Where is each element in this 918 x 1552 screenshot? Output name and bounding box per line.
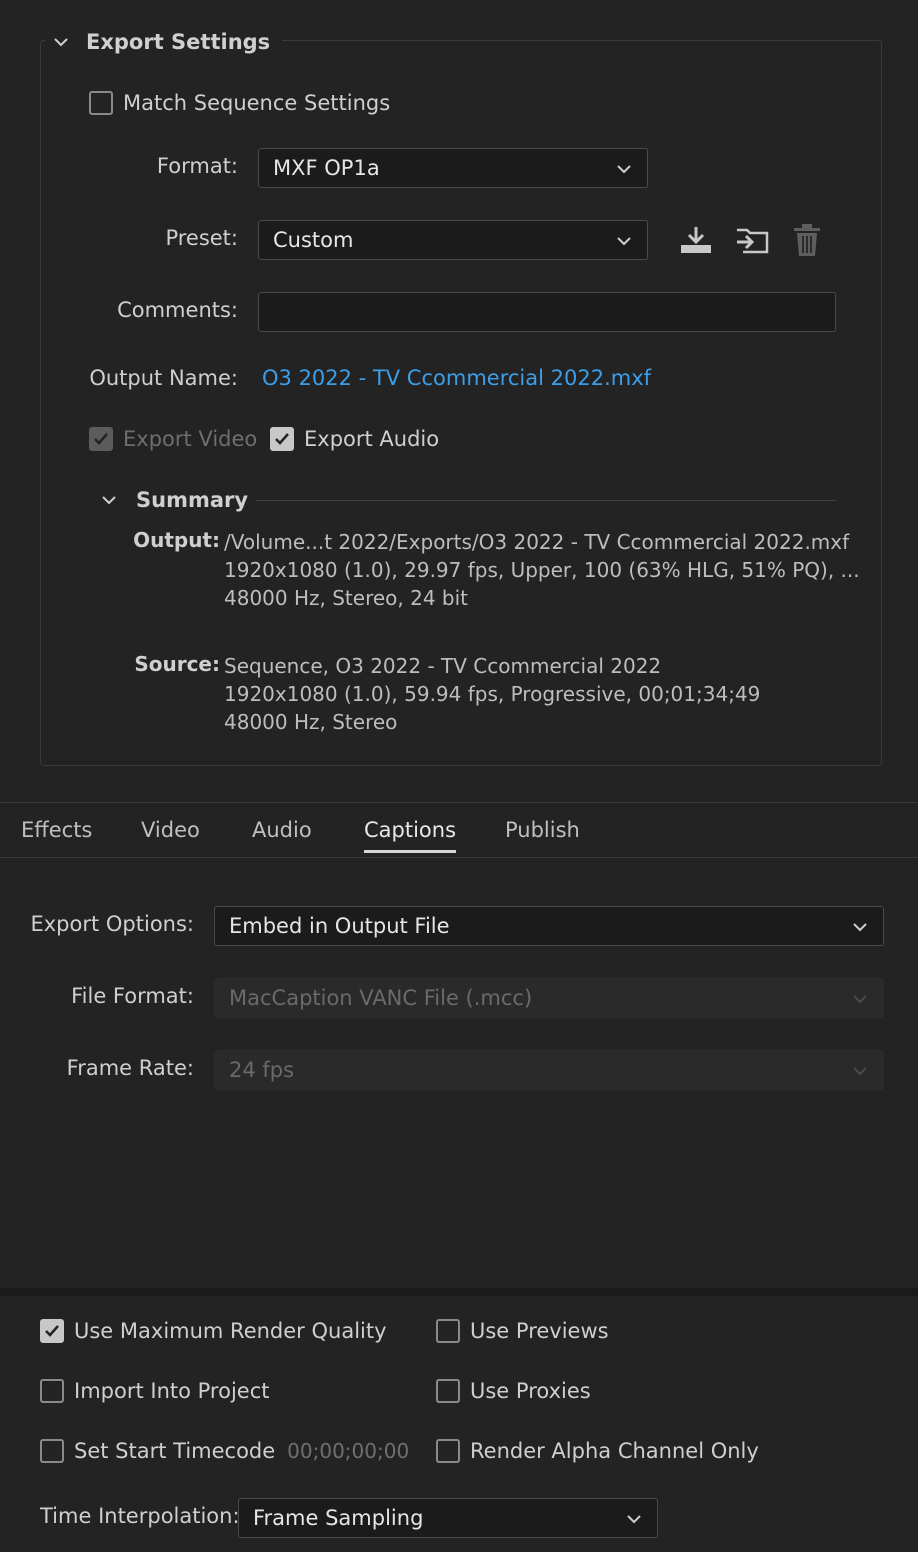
set-start-timecode-label: Set Start Timecode (74, 1439, 276, 1463)
panel-separator (0, 1288, 918, 1296)
format-dropdown[interactable]: MXF OP1a (258, 148, 648, 188)
export-video-option[interactable]: Export Video (89, 427, 257, 451)
use-proxies-label: Use Proxies (470, 1379, 591, 1403)
file-format-value: MacCaption VANC File (.mcc) (229, 986, 533, 1010)
export-options-label: Export Options: (30, 912, 194, 936)
summary-source-sequence: Sequence, O3 2022 - TV Ccommercial 2022 (224, 654, 662, 678)
render-alpha-label: Render Alpha Channel Only (470, 1439, 759, 1463)
summary-source-video: 1920x1080 (1.0), 59.94 fps, Progressive,… (224, 682, 761, 706)
settings-tab-bar: Effects Video Audio Captions Publish (0, 802, 918, 858)
use-max-render-option[interactable]: Use Maximum Render Quality (40, 1319, 387, 1343)
set-start-timecode-checkbox[interactable] (40, 1439, 64, 1463)
chevron-down-icon[interactable] (50, 31, 72, 53)
match-sequence-checkbox[interactable] (89, 91, 113, 115)
tab-effects[interactable]: Effects (21, 803, 92, 857)
tab-video[interactable]: Video (141, 803, 200, 857)
use-previews-checkbox[interactable] (436, 1319, 460, 1343)
summary-output-path: /Volume...t 2022/Exports/O3 2022 - TV Cc… (224, 530, 850, 554)
preset-value: Custom (273, 228, 354, 252)
preset-label: Preset: (165, 226, 238, 250)
match-sequence-settings[interactable]: Match Sequence Settings (89, 89, 390, 117)
preset-dropdown[interactable]: Custom (258, 220, 648, 260)
start-timecode-value[interactable]: 00;00;00;00 (287, 1439, 409, 1463)
comments-label: Comments: (117, 298, 238, 322)
chevron-down-icon (625, 1506, 643, 1530)
summary-output-audio: 48000 Hz, Stereo, 24 bit (224, 586, 469, 610)
export-audio-option[interactable]: Export Audio (270, 427, 439, 451)
use-max-render-label: Use Maximum Render Quality (74, 1319, 387, 1343)
output-name-link[interactable]: O3 2022 - TV Ccommercial 2022.mxf (262, 366, 651, 390)
use-proxies-option[interactable]: Use Proxies (436, 1379, 591, 1403)
chevron-down-icon (851, 914, 869, 938)
export-options-dropdown[interactable]: Embed in Output File (214, 906, 884, 946)
import-into-project-label: Import Into Project (74, 1379, 270, 1403)
summary-source-audio: 48000 Hz, Stereo (224, 710, 398, 734)
save-preset-icon[interactable] (678, 222, 714, 258)
chevron-down-icon (851, 986, 869, 1010)
format-label: Format: (156, 154, 238, 178)
tab-publish[interactable]: Publish (505, 803, 580, 857)
summary-source-label: Source: (134, 652, 220, 676)
export-options-value: Embed in Output File (229, 914, 450, 938)
frame-rate-label: Frame Rate: (66, 1056, 194, 1080)
import-preset-icon[interactable] (734, 222, 770, 258)
chevron-down-icon (851, 1058, 869, 1082)
use-previews-label: Use Previews (470, 1319, 609, 1343)
use-proxies-checkbox[interactable] (436, 1379, 460, 1403)
format-value: MXF OP1a (273, 156, 380, 180)
export-video-label: Export Video (123, 427, 258, 451)
summary-divider (256, 500, 836, 501)
chevron-down-icon (615, 228, 633, 252)
set-start-timecode-option[interactable]: Set Start Timecode 00;00;00;00 (40, 1439, 409, 1463)
summary-header[interactable]: Summary (98, 488, 263, 512)
file-format-label: File Format: (71, 984, 194, 1008)
chevron-down-icon[interactable] (98, 489, 120, 511)
use-max-render-checkbox[interactable] (40, 1319, 64, 1343)
summary-source: Sequence, O3 2022 - TV Ccommercial 2022 … (224, 652, 760, 736)
summary-output-video: 1920x1080 (1.0), 29.97 fps, Upper, 100 (… (224, 558, 860, 582)
summary-title: Summary (136, 488, 249, 512)
output-name-label: Output Name: (89, 366, 238, 390)
summary-output: /Volume...t 2022/Exports/O3 2022 - TV Cc… (224, 528, 860, 612)
delete-preset-icon[interactable] (789, 222, 825, 258)
frame-rate-dropdown[interactable]: 24 fps (214, 1050, 884, 1090)
import-into-project-option[interactable]: Import Into Project (40, 1379, 269, 1403)
time-interpolation-label: Time Interpolation: (40, 1504, 240, 1528)
tab-captions[interactable]: Captions (364, 803, 457, 857)
export-audio-label: Export Audio (304, 427, 440, 451)
file-format-dropdown[interactable]: MacCaption VANC File (.mcc) (214, 978, 884, 1018)
chevron-down-icon (615, 156, 633, 180)
frame-rate-value: 24 fps (229, 1058, 295, 1082)
export-settings-header[interactable]: Export Settings (46, 26, 283, 58)
render-alpha-option[interactable]: Render Alpha Channel Only (436, 1439, 759, 1463)
render-alpha-checkbox[interactable] (436, 1439, 460, 1463)
time-interpolation-dropdown[interactable]: Frame Sampling (238, 1498, 658, 1538)
match-sequence-label: Match Sequence Settings (123, 91, 391, 115)
export-settings-title: Export Settings (86, 30, 271, 54)
tab-audio[interactable]: Audio (252, 803, 312, 857)
export-video-checkbox[interactable] (89, 427, 113, 451)
export-audio-checkbox[interactable] (270, 427, 294, 451)
use-previews-option[interactable]: Use Previews (436, 1319, 609, 1343)
summary-output-label: Output: (133, 528, 220, 552)
import-into-project-checkbox[interactable] (40, 1379, 64, 1403)
comments-field[interactable] (258, 292, 836, 332)
time-interpolation-value: Frame Sampling (253, 1506, 424, 1530)
